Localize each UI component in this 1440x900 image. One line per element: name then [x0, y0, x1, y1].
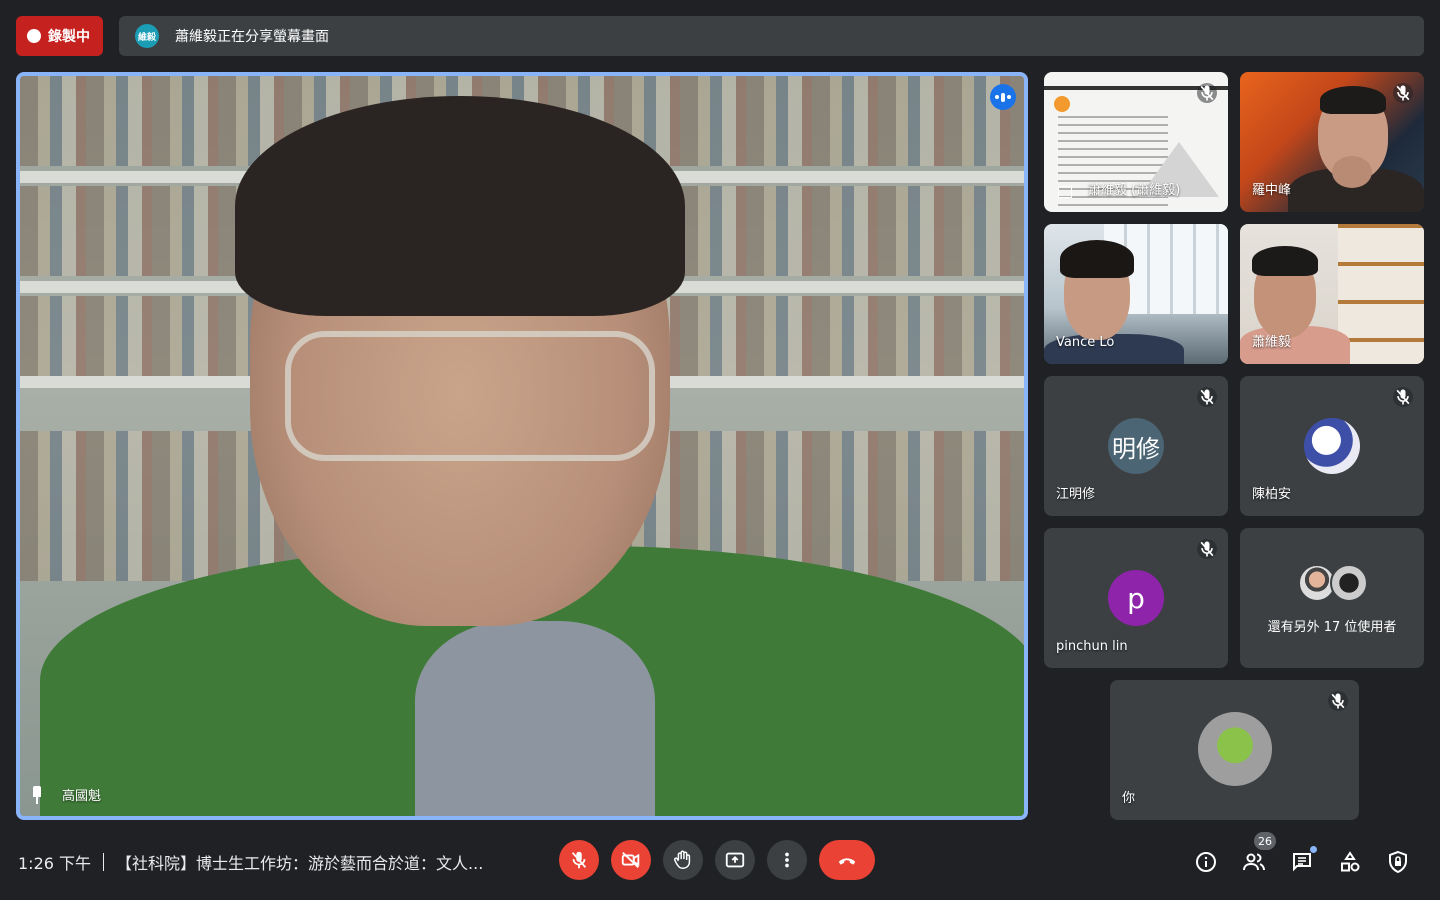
- muted-icon: [1393, 83, 1413, 103]
- participant-hair: [1320, 86, 1386, 114]
- meeting-details-button[interactable]: [1182, 838, 1230, 886]
- divider: [103, 853, 105, 871]
- participant-avatar: [1304, 418, 1360, 474]
- new-message-dot: [1310, 846, 1317, 853]
- speaker-collar: [415, 621, 655, 816]
- camera-off-icon: [621, 851, 640, 869]
- activities-button[interactable]: [1326, 838, 1374, 886]
- participant-tile-screen-share[interactable]: 蕭維毅 (蕭維毅): [1044, 72, 1228, 212]
- speaking-indicator-icon[interactable]: [990, 84, 1016, 110]
- participant-tile[interactable]: Vance Lo: [1044, 224, 1228, 364]
- camera-toggle-button[interactable]: [611, 840, 651, 880]
- participant-name: Vance Lo: [1056, 335, 1115, 350]
- more-vert-icon: [785, 852, 789, 868]
- main-speaker-tile[interactable]: 高國魁: [16, 72, 1028, 820]
- presenter-avatar: 維毅: [135, 24, 159, 48]
- self-tile[interactable]: 你: [1110, 680, 1359, 820]
- more-participants-label: 還有另外 17 位使用者: [1267, 620, 1397, 635]
- speaker-glasses: [285, 331, 655, 461]
- participants-count-badge: 26: [1254, 832, 1276, 850]
- participant-name: 陳柏安: [1252, 487, 1292, 502]
- participant-name: 羅中峰: [1252, 183, 1292, 198]
- participant-name: pinchun lin: [1056, 639, 1128, 654]
- pin-icon[interactable]: [30, 785, 44, 804]
- participant-avatar: 明修: [1108, 418, 1164, 474]
- call-controls: [559, 840, 875, 880]
- participant-hand: [1332, 156, 1372, 188]
- screen-share-icon: [1058, 186, 1072, 198]
- main-speaker-name-area: 高國魁: [30, 785, 101, 804]
- participant-avatar: p: [1108, 570, 1164, 626]
- presentation-banner: 維毅 蕭維毅正在分享螢幕畫面: [119, 16, 1424, 56]
- more-participants-tile[interactable]: 還有另外 17 位使用者: [1240, 528, 1424, 668]
- leave-call-button[interactable]: [819, 840, 875, 880]
- microphone-toggle-button[interactable]: [559, 840, 599, 880]
- recording-label: 錄製中: [48, 29, 90, 45]
- participant-name: 蕭維毅 (蕭維毅): [1088, 183, 1181, 198]
- speaker-hair: [235, 96, 685, 316]
- participant-name: 你: [1122, 791, 1136, 806]
- raise-hand-button[interactable]: [663, 840, 703, 880]
- meeting-title: 【社科院】博士生工作坊：游於藝而合於道：文人...: [116, 854, 484, 873]
- recording-indicator[interactable]: 錄製中: [16, 16, 103, 56]
- participant-name: 蕭維毅: [1252, 335, 1292, 350]
- presentation-text: 蕭維毅正在分享螢幕畫面: [175, 29, 329, 45]
- background-shelf: [1338, 224, 1424, 364]
- muted-icon: [1328, 691, 1348, 711]
- info-icon: [1196, 852, 1216, 872]
- slide-logo: [1054, 96, 1070, 112]
- present-screen-button[interactable]: [715, 840, 755, 880]
- side-controls: 26: [1182, 832, 1422, 886]
- participant-tile[interactable]: 陳柏安: [1240, 376, 1424, 516]
- participant-hair: [1060, 240, 1134, 278]
- bottom-bar: 1:26 下午 【社科院】博士生工作坊：游於藝而合於道：文人... 26: [0, 820, 1440, 900]
- host-controls-button[interactable]: [1374, 838, 1422, 886]
- participant-hair: [1252, 246, 1318, 276]
- participant-tile[interactable]: 蕭維毅: [1240, 224, 1424, 364]
- meeting-info: 1:26 下午 【社科院】博士生工作坊：游於藝而合於道：文人...: [18, 850, 483, 874]
- muted-icon: [1197, 83, 1217, 103]
- shield-lock-icon: [1389, 850, 1407, 874]
- hang-up-icon: [838, 858, 856, 865]
- chat-button[interactable]: [1278, 838, 1326, 886]
- hand-icon: [674, 850, 691, 869]
- activities-icon: [1341, 851, 1360, 872]
- chat-icon: [1293, 853, 1311, 872]
- main-speaker-name: 高國魁: [62, 789, 102, 804]
- participant-tile[interactable]: 明修 江明修: [1044, 376, 1228, 516]
- present-icon: [725, 852, 745, 868]
- microphone-off-icon: [571, 851, 587, 869]
- people-icon: [1243, 853, 1265, 871]
- participant-name: 江明修: [1056, 487, 1096, 502]
- participant-avatar: [1330, 564, 1368, 602]
- participant-tile[interactable]: 羅中峰: [1240, 72, 1424, 212]
- top-bar: 錄製中 維毅 蕭維毅正在分享螢幕畫面: [0, 0, 1440, 72]
- more-options-button[interactable]: [767, 840, 807, 880]
- muted-icon: [1197, 539, 1217, 559]
- self-avatar: [1198, 712, 1272, 786]
- participant-tile[interactable]: p pinchun lin: [1044, 528, 1228, 668]
- current-time: 1:26 下午: [18, 854, 92, 873]
- muted-icon: [1197, 387, 1217, 407]
- muted-icon: [1393, 387, 1413, 407]
- people-button[interactable]: 26: [1230, 832, 1278, 886]
- record-dot-icon: [27, 29, 41, 43]
